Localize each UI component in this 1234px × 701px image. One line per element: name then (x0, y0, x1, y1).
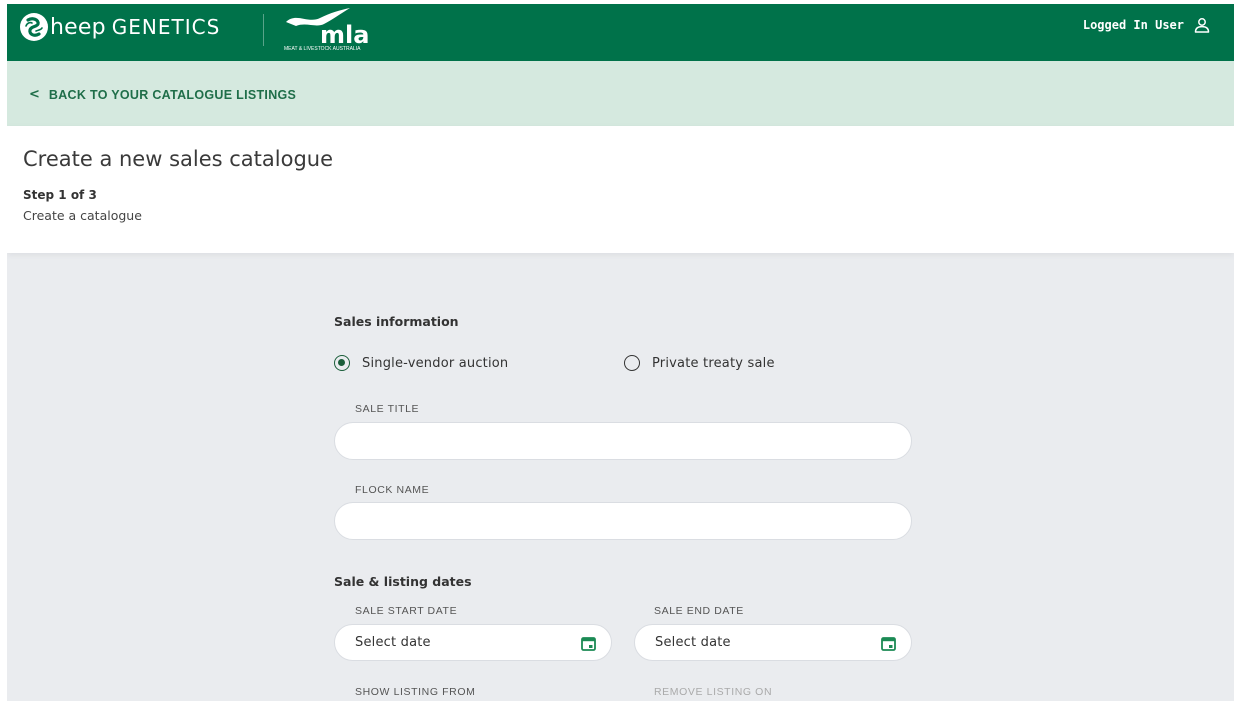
radio-private-treaty-sale[interactable]: Private treaty sale (624, 355, 775, 371)
logo-divider (263, 14, 264, 46)
radio-dot (338, 359, 345, 366)
radio-button-unselected[interactable] (624, 355, 640, 371)
flock-name-label: FLOCK NAME (355, 484, 430, 496)
logo-text: heep GENETICS (50, 15, 220, 40)
user-label: Logged In User (1082, 18, 1184, 32)
logo-sheep-word: heep (50, 14, 106, 40)
sale-start-date-placeholder: Select date (355, 635, 431, 650)
radio-single-vendor-auction[interactable]: Single-vendor auction (334, 355, 508, 371)
show-listing-from-label: SHOW LISTING FROM (355, 686, 476, 698)
mla-logo[interactable]: mla MEAT & LIVESTOCK AUSTRALIA (282, 8, 378, 52)
radio-button-selected[interactable] (334, 355, 350, 371)
top-header: heep GENETICS mla MEAT & LIVESTOCK AUSTRA… (7, 4, 1234, 61)
mla-logo-text: mla (320, 21, 369, 49)
sales-information-heading: Sales information (334, 314, 459, 329)
sale-title-label: SALE TITLE (355, 403, 420, 415)
sale-listing-dates-heading: Sale & listing dates (334, 574, 472, 589)
sale-end-date-label: SALE END DATE (654, 605, 744, 617)
back-to-listings-link[interactable]: < BACK TO YOUR CATALOGUE LISTINGS (29, 87, 296, 102)
sheep-logo-icon (20, 13, 48, 41)
logo-genetics-word: GENETICS (111, 14, 221, 39)
calendar-icon[interactable] (881, 636, 896, 651)
back-bar: < BACK TO YOUR CATALOGUE LISTINGS (7, 61, 1234, 126)
chevron-left-icon: < (29, 87, 40, 102)
sale-title-input[interactable] (334, 422, 912, 460)
step-indicator: Step 1 of 3 (23, 188, 97, 202)
mla-logo-subtext: MEAT & LIVESTOCK AUSTRALIA (284, 46, 361, 52)
sale-end-date-placeholder: Select date (655, 635, 731, 650)
sale-start-date-label: SALE START DATE (355, 605, 458, 617)
sheep-genetics-logo[interactable]: heep GENETICS (19, 12, 220, 42)
back-link-label: BACK TO YOUR CATALOGUE LISTINGS (48, 87, 297, 102)
step-description: Create a catalogue (23, 208, 142, 223)
sale-start-date-picker[interactable]: Select date (334, 624, 612, 661)
page-title: Create a new sales catalogue (23, 147, 334, 171)
remove-listing-on-label: REMOVE LISTING ON (654, 686, 773, 698)
page: heep GENETICS mla MEAT & LIVESTOCK AUSTRA… (7, 4, 1234, 701)
radio-label-private-treaty: Private treaty sale (652, 355, 775, 371)
user-menu[interactable]: Logged In User (1083, 17, 1210, 33)
calendar-icon[interactable] (581, 636, 596, 651)
title-section: Create a new sales catalogue Step 1 of 3… (7, 126, 1234, 253)
radio-label-single-vendor: Single-vendor auction (362, 355, 509, 371)
sale-end-date-picker[interactable]: Select date (634, 624, 912, 661)
user-icon (1194, 18, 1210, 33)
form-area: Sales information Single-vendor auction … (7, 253, 1234, 701)
flock-name-input[interactable] (334, 502, 912, 540)
